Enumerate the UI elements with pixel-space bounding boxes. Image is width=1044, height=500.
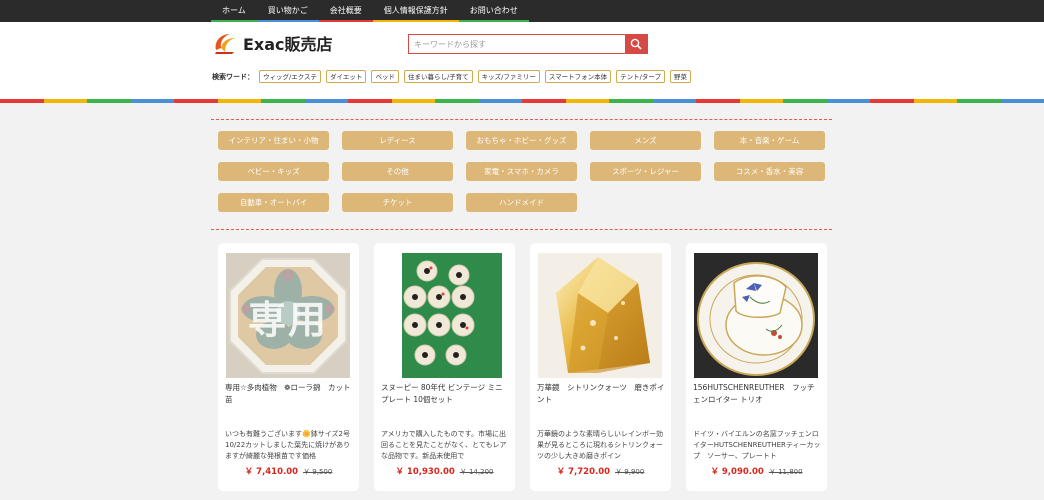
rainbow-divider: [0, 99, 1044, 103]
product-title[interactable]: 156HUTSCHENREUTHER フッチェンロイター トリオ: [693, 382, 821, 408]
product-card[interactable]: スヌーピー 80年代 ビンテージ ミニプレート 10個セット アメリカで購入した…: [374, 243, 515, 491]
product-price: ￥ 10,930.00: [395, 467, 455, 477]
product-description: 万華鏡のような素晴らしいレインボー効果が見るところに現れるシトリンクォーツの少し…: [537, 430, 663, 460]
citrine-quartz-image: [538, 253, 662, 378]
product-old-price: ￥ 9,500: [303, 468, 333, 476]
category-button[interactable]: ベビー・キッズ: [218, 162, 329, 181]
price-row: ￥ 10,930.00 ￥ 14,200: [374, 465, 515, 477]
product-description: アメリカで購入したものです。市場に出回ることを見たことがなく、とてもレアな品物で…: [381, 430, 507, 460]
keyword-tag[interactable]: ダイエット: [326, 70, 367, 83]
product-card[interactable]: 万華鏡 シトリンクォーツ 磨きポイント 万華鏡のような素晴らしいレインボー効果が…: [530, 243, 671, 491]
search-icon: [630, 38, 642, 50]
keyword-row: 検索ワード： ウィッグ/エクステ ダイエット ベッド 住まい暮らし/子育て キッ…: [212, 70, 696, 83]
price-row: ￥ 9,090.00 ￥ 11,800: [686, 465, 827, 477]
product-price: ￥ 7,720.00: [556, 467, 611, 477]
product-image[interactable]: [694, 253, 818, 378]
keyword-tag[interactable]: テント/タープ: [616, 70, 665, 83]
product-image[interactable]: 専用: [226, 253, 350, 378]
category-button[interactable]: スポーツ・レジャー: [590, 162, 701, 181]
nav-cart[interactable]: 買い物かご: [256, 0, 319, 22]
category-button[interactable]: レディース: [342, 131, 453, 150]
nav-contact-label: お問い合わせ: [469, 6, 518, 15]
nav-privacy[interactable]: 個人情報保護方針: [372, 0, 459, 22]
category-button[interactable]: コスメ・香水・美容: [714, 162, 825, 181]
search-input[interactable]: [409, 35, 625, 53]
logo-text: Exac販売店: [243, 35, 333, 54]
nav-company-label: 会社概要: [329, 6, 362, 15]
snoopy-plates-image: [382, 253, 506, 378]
product-image[interactable]: [538, 253, 662, 378]
nav-privacy-label: 個人情報保護方針: [383, 6, 448, 15]
product-description: いつも有難うございます🌼鉢サイズ2号10/22カットしました葉先に焼けがあります…: [225, 430, 351, 460]
product-title[interactable]: 専用☆多肉植物 ❁ローラ錦 カット苗: [225, 382, 353, 408]
product-image[interactable]: [382, 253, 506, 378]
keyword-tag[interactable]: ベッド: [371, 70, 399, 83]
category-button[interactable]: チケット: [342, 193, 453, 212]
category-button[interactable]: インテリア・住まい・小物: [218, 131, 329, 150]
product-title[interactable]: スヌーピー 80年代 ビンテージ ミニプレート 10個セット: [381, 382, 509, 408]
keywords-label: 検索ワード：: [212, 72, 254, 81]
keyword-tag[interactable]: ウィッグ/エクステ: [259, 70, 321, 83]
nav-company[interactable]: 会社概要: [318, 0, 373, 22]
product-card[interactable]: 専用 専用☆多肉植物 ❁ローラ錦 カット苗 いつも有難うございます🌼鉢サイズ2号…: [218, 243, 359, 491]
product-card[interactable]: 156HUTSCHENREUTHER フッチェンロイター トリオ ドイツ・バイエ…: [686, 243, 827, 491]
nav-cart-label: 買い物かご: [267, 6, 308, 15]
product-old-price: ￥ 9,900: [615, 468, 645, 476]
category-button[interactable]: メンズ: [590, 131, 701, 150]
search-button[interactable]: [625, 35, 647, 53]
keyword-tag[interactable]: スマートフォン本体: [544, 70, 612, 83]
price-row: ￥ 7,410.00 ￥ 9,500: [218, 465, 359, 477]
site-logo[interactable]: Exac販売店: [212, 30, 333, 56]
top-nav-items: ホーム 買い物かご 会社概要 個人情報保護方針 お問い合わせ: [211, 0, 529, 22]
top-nav: ホーム 買い物かご 会社概要 個人情報保護方針 お問い合わせ: [0, 0, 1044, 22]
category-button[interactable]: おもちゃ・ホビー・グッズ: [466, 131, 577, 150]
product-price: ￥ 9,090.00: [710, 467, 764, 477]
product-old-price: ￥ 11,800: [768, 468, 803, 476]
category-button[interactable]: 自動車・オートバイ: [218, 193, 329, 212]
nav-contact[interactable]: お問い合わせ: [458, 0, 529, 22]
category-button[interactable]: ハンドメイド: [466, 193, 577, 212]
price-row: ￥ 7,720.00 ￥ 9,900: [530, 465, 671, 477]
keyword-tag[interactable]: 住まい暮らし/子育て: [403, 70, 473, 83]
divider-bottom: [211, 229, 832, 230]
divider-top: [211, 119, 832, 120]
product-price: ￥ 7,410.00: [244, 467, 299, 477]
category-button[interactable]: 家電・スマホ・カメラ: [466, 162, 577, 181]
search-box: [408, 34, 648, 54]
nav-home[interactable]: ホーム: [211, 0, 257, 22]
product-old-price: ￥ 14,200: [459, 468, 494, 476]
nav-home-label: ホーム: [222, 6, 246, 15]
keyword-tag[interactable]: キッズ/ファミリー: [477, 70, 540, 83]
product-description: ドイツ・バイエルンの名窯フッチェンロイターHUTSCHENREUTHERティーカ…: [693, 430, 821, 460]
category-button[interactable]: 本・音楽・ゲーム: [714, 131, 825, 150]
category-button[interactable]: その他: [342, 162, 453, 181]
logo-swoosh-icon: [215, 34, 235, 54]
site-header: Exac販売店 検索ワード： ウィッグ/エクステ ダイエット ベッド 住まい暮ら…: [0, 22, 1044, 100]
product-title[interactable]: 万華鏡 シトリンクォーツ 磨きポイント: [537, 382, 665, 408]
keyword-tag[interactable]: 野菜: [669, 70, 691, 83]
porcelain-trio-image: [694, 253, 818, 378]
reserved-overlay-text: 専用: [247, 298, 328, 342]
